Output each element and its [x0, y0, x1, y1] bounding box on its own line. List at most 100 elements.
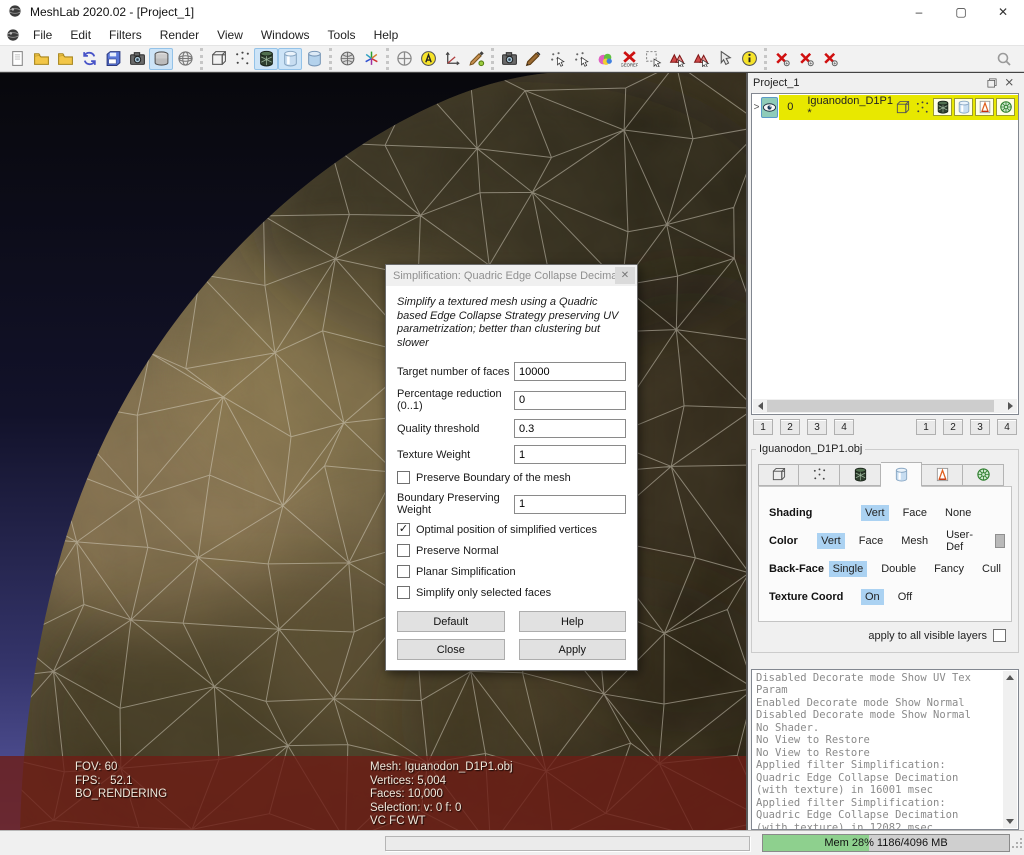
close-panel-icon[interactable] — [1003, 76, 1017, 90]
layer-bbox-icon[interactable] — [893, 98, 911, 116]
menu-filters[interactable]: Filters — [100, 26, 151, 44]
tab-texcoord[interactable] — [963, 464, 1004, 486]
option-fancy[interactable]: Fancy — [930, 561, 968, 577]
option-mesh[interactable]: Mesh — [897, 533, 932, 549]
show-trackball-icon[interactable] — [392, 48, 416, 70]
layer-flat-icon[interactable] — [954, 98, 973, 116]
menu-help[interactable]: Help — [365, 26, 408, 44]
checkbox-4[interactable] — [397, 471, 410, 484]
import-mesh-icon[interactable] — [53, 48, 77, 70]
param-input-2[interactable] — [514, 419, 626, 438]
apply-all-layers-checkbox[interactable] — [993, 629, 1006, 642]
reload-mesh-icon[interactable] — [77, 48, 101, 70]
apply-button[interactable]: Apply — [519, 639, 627, 660]
hscroll-thumb[interactable] — [767, 400, 994, 412]
param-input-5[interactable] — [514, 495, 626, 514]
resize-grip-icon[interactable] — [1011, 836, 1023, 854]
menu-render[interactable]: Render — [151, 26, 208, 44]
show-labels-icon[interactable] — [416, 48, 440, 70]
show-layer-dialog-icon[interactable] — [149, 48, 173, 70]
layer-texcoord-icon[interactable] — [996, 98, 1015, 116]
expand-layer-icon[interactable]: > — [752, 102, 761, 113]
open-project-icon[interactable] — [29, 48, 53, 70]
checkbox-8[interactable] — [397, 565, 410, 578]
option-userdef[interactable]: User-Def — [942, 527, 981, 555]
decorator-left-3[interactable]: 3 — [807, 419, 827, 435]
select-move-icon[interactable] — [713, 48, 737, 70]
tab-texture[interactable] — [922, 464, 963, 486]
log-vscrollbar[interactable] — [1003, 671, 1017, 828]
show-axis-icon[interactable] — [440, 48, 464, 70]
default-button[interactable]: Default — [397, 611, 505, 632]
scroll-right-icon[interactable] — [1003, 399, 1017, 413]
tab-flat[interactable] — [881, 462, 922, 487]
tab-bbox[interactable] — [758, 464, 799, 486]
flat-render-icon[interactable] — [278, 48, 302, 70]
select-rect-icon[interactable] — [641, 48, 665, 70]
option-double[interactable]: Double — [877, 561, 920, 577]
layer-row[interactable]: > 0 Iguanodon_D1P1 * — [752, 95, 1018, 120]
checkbox-7[interactable] — [397, 544, 410, 557]
layer-texture-icon[interactable] — [975, 98, 994, 116]
texture-wire-icon[interactable] — [335, 48, 359, 70]
tab-points[interactable] — [799, 464, 840, 486]
georef-bunny-icon[interactable] — [593, 48, 617, 70]
new-document-icon[interactable] — [5, 48, 29, 70]
menu-tools[interactable]: Tools — [319, 26, 365, 44]
checkbox-6[interactable]: ✓ — [397, 523, 410, 536]
option-none[interactable]: None — [941, 505, 975, 521]
bbox-render-icon[interactable] — [206, 48, 230, 70]
save-project-icon[interactable] — [101, 48, 125, 70]
decorator-left-2[interactable]: 2 — [780, 419, 800, 435]
zpainting-icon[interactable] — [521, 48, 545, 70]
tab-wireframe[interactable] — [840, 464, 881, 486]
param-input-3[interactable] — [514, 445, 626, 464]
snapshot-icon[interactable] — [125, 48, 149, 70]
vertex-paint-icon[interactable] — [464, 48, 488, 70]
minimize-button[interactable]: – — [898, 0, 940, 24]
scroll-up-icon[interactable] — [1003, 671, 1017, 685]
search-icon[interactable] — [992, 48, 1016, 70]
decorator-right-4[interactable]: 4 — [997, 419, 1017, 435]
dialog-title-bar[interactable]: Simplification: Quadric Edge Collapse De… — [386, 265, 637, 286]
wireframe-render-icon[interactable] — [254, 48, 278, 70]
layer-name[interactable]: Iguanodon_D1P1 * — [807, 95, 893, 119]
points-render-icon[interactable] — [230, 48, 254, 70]
trackball-axes-icon[interactable] — [359, 48, 383, 70]
option-vert[interactable]: Vert — [817, 533, 845, 549]
option-cull[interactable]: Cull — [978, 561, 1005, 577]
decorator-left-4[interactable]: 4 — [834, 419, 854, 435]
point-picking-icon[interactable] — [545, 48, 569, 70]
delete-mesh-icon[interactable] — [770, 48, 794, 70]
menu-windows[interactable]: Windows — [252, 26, 319, 44]
select-faces-icon[interactable] — [665, 48, 689, 70]
scroll-left-icon[interactable] — [753, 399, 767, 413]
delete-faces-icon[interactable] — [794, 48, 818, 70]
layer-points-icon[interactable] — [913, 98, 931, 116]
menu-edit[interactable]: Edit — [61, 26, 100, 44]
decorator-right-3[interactable]: 3 — [970, 419, 990, 435]
option-off[interactable]: Off — [894, 589, 916, 605]
layer-hscrollbar[interactable] — [753, 399, 1017, 413]
option-vert[interactable]: Vert — [861, 505, 889, 521]
delete-vertices-icon[interactable] — [818, 48, 842, 70]
float-panel-icon[interactable] — [985, 76, 999, 90]
scroll-down-icon[interactable] — [1003, 814, 1017, 828]
decorator-left-1[interactable]: 1 — [753, 419, 773, 435]
checkbox-9[interactable] — [397, 586, 410, 599]
georef-delete-icon[interactable]: GEOREF — [617, 48, 641, 70]
option-face[interactable]: Face — [899, 505, 931, 521]
raster-camera-icon[interactable] — [497, 48, 521, 70]
menu-view[interactable]: View — [208, 26, 252, 44]
info-icon[interactable] — [737, 48, 761, 70]
close-button[interactable]: Close — [397, 639, 505, 660]
help-button[interactable]: Help — [519, 611, 627, 632]
user-color-swatch[interactable] — [995, 534, 1005, 548]
param-input-1[interactable] — [514, 391, 626, 410]
smooth-render-icon[interactable] — [302, 48, 326, 70]
decorator-right-1[interactable]: 1 — [916, 419, 936, 435]
option-on[interactable]: On — [861, 589, 884, 605]
dialog-close-icon[interactable]: ✕ — [615, 267, 635, 284]
decorator-right-2[interactable]: 2 — [943, 419, 963, 435]
layer-visibility-icon[interactable] — [761, 97, 778, 118]
